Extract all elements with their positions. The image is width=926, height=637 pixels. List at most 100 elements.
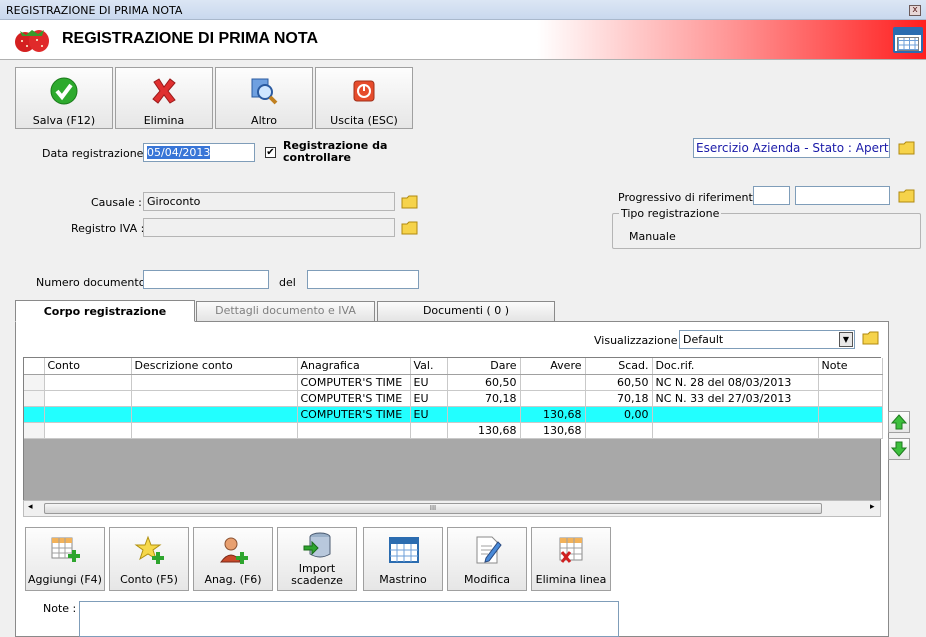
cell-anagrafica[interactable]: [297, 422, 411, 439]
cell-val[interactable]: EU: [410, 374, 448, 391]
anagrafica-button[interactable]: Anag. (F6): [193, 527, 273, 591]
causale-folder-icon[interactable]: [401, 193, 419, 211]
folder-icon[interactable]: [898, 139, 916, 157]
note-textarea[interactable]: [79, 601, 619, 637]
cell-val[interactable]: EU: [410, 390, 448, 407]
col-header-val[interactable]: Val.: [410, 358, 448, 375]
modifica-button[interactable]: Modifica: [447, 527, 527, 591]
del-date-input[interactable]: [307, 270, 419, 289]
grid-table: Conto Descrizione conto Anagrafica Val. …: [24, 358, 883, 439]
tab-documenti[interactable]: Documenti ( 0 ): [377, 301, 555, 321]
cell-avere[interactable]: 130,68: [520, 406, 586, 423]
row-indicator[interactable]: [24, 406, 45, 423]
cell-conto[interactable]: [44, 406, 132, 423]
cell-conto[interactable]: [44, 422, 132, 439]
delete-button[interactable]: Elimina: [115, 67, 213, 129]
grid-horizontal-scrollbar[interactable]: ◂ III ▸: [23, 500, 881, 517]
cell-anagrafica[interactable]: COMPUTER'S TIME: [297, 374, 411, 391]
calendar-icon[interactable]: [893, 27, 923, 53]
cell-avere-total[interactable]: 130,68: [520, 422, 586, 439]
exit-button[interactable]: Uscita (ESC): [315, 67, 413, 129]
cell-scad[interactable]: 60,50: [585, 374, 653, 391]
row-indicator[interactable]: [24, 374, 45, 391]
window-close-button[interactable]: x: [909, 5, 921, 16]
table-row[interactable]: COMPUTER'S TIME EU 60,50 60,50 NC N. 28 …: [24, 374, 883, 391]
esercizio-status: Esercizio Azienda - Stato : Aperto: [693, 138, 890, 158]
causale-input[interactable]: Giroconto: [143, 192, 395, 211]
causale-label: Causale :: [91, 196, 142, 209]
col-header-dare[interactable]: Dare: [447, 358, 521, 375]
col-header-avere[interactable]: Avere: [520, 358, 586, 375]
registrazione-grid[interactable]: Conto Descrizione conto Anagrafica Val. …: [23, 357, 883, 517]
scroll-thumb[interactable]: III: [44, 503, 822, 514]
progressivo-input-b[interactable]: [795, 186, 890, 205]
col-header-anagrafica[interactable]: Anagrafica: [297, 358, 411, 375]
row-indicator[interactable]: [24, 422, 45, 439]
numero-documento-input[interactable]: [143, 270, 269, 289]
cell-note[interactable]: [818, 406, 883, 423]
cell-docrif[interactable]: NC N. 33 del 27/03/2013: [652, 390, 819, 407]
conto-label: Conto (F5): [120, 573, 178, 586]
move-down-button[interactable]: [888, 438, 910, 460]
registro-folder-icon[interactable]: [401, 219, 419, 237]
cell-descrizione[interactable]: [131, 422, 298, 439]
visualizzazione-folder-icon[interactable]: [862, 329, 880, 347]
tab-corpo-registrazione[interactable]: Corpo registrazione: [15, 300, 195, 322]
cell-docrif[interactable]: NC N. 28 del 08/03/2013: [652, 374, 819, 391]
table-row-totals[interactable]: 130,68 130,68: [24, 422, 883, 439]
col-header-descrizione[interactable]: Descrizione conto: [131, 358, 298, 375]
table-row-selected[interactable]: COMPUTER'S TIME EU 130,68 0,00: [24, 406, 883, 423]
other-button[interactable]: Altro: [215, 67, 313, 129]
visualizzazione-select[interactable]: Default ▼: [679, 330, 855, 349]
cell-avere[interactable]: [520, 390, 586, 407]
cell-conto[interactable]: [44, 390, 132, 407]
edit-document-icon: [476, 536, 502, 564]
chevron-down-icon[interactable]: ▼: [839, 332, 853, 347]
cell-avere[interactable]: [520, 374, 586, 391]
row-indicator[interactable]: [24, 390, 45, 407]
cell-note[interactable]: [818, 374, 883, 391]
add-line-button[interactable]: Aggiungi (F4): [25, 527, 105, 591]
cell-scad[interactable]: [585, 422, 653, 439]
cell-anagrafica[interactable]: COMPUTER'S TIME: [297, 390, 411, 407]
scroll-right-arrow-icon[interactable]: ▸: [870, 502, 875, 512]
anagrafica-label: Anag. (F6): [204, 573, 262, 586]
col-header-docrif[interactable]: Doc.rif.: [652, 358, 819, 375]
data-registrazione-input[interactable]: 05/04/2013: [143, 143, 255, 162]
cell-anagrafica[interactable]: COMPUTER'S TIME: [297, 406, 411, 423]
cell-descrizione[interactable]: [131, 374, 298, 391]
col-header-scad[interactable]: Scad.: [585, 358, 653, 375]
cell-dare[interactable]: 70,18: [447, 390, 521, 407]
registro-iva-input[interactable]: [143, 218, 395, 237]
cell-docrif[interactable]: [652, 406, 819, 423]
move-up-button[interactable]: [888, 411, 910, 433]
cell-note[interactable]: [818, 390, 883, 407]
progressivo-folder-icon[interactable]: [898, 187, 916, 205]
strawberry-logo-icon: [15, 30, 49, 52]
col-header-note[interactable]: Note: [818, 358, 883, 375]
conto-button[interactable]: Conto (F5): [109, 527, 189, 591]
cell-conto[interactable]: [44, 374, 132, 391]
cell-descrizione[interactable]: [131, 406, 298, 423]
cell-docrif[interactable]: [652, 422, 819, 439]
progressivo-input-a[interactable]: [753, 186, 790, 205]
cell-val[interactable]: EU: [410, 406, 448, 423]
import-scadenze-button[interactable]: Import scadenze: [277, 527, 357, 591]
col-header-conto[interactable]: Conto: [44, 358, 132, 375]
tab-dettagli-documento[interactable]: Dettagli documento e IVA: [196, 301, 375, 321]
save-button[interactable]: Salva (F12): [15, 67, 113, 129]
table-row[interactable]: COMPUTER'S TIME EU 70,18 70,18 NC N. 33 …: [24, 390, 883, 407]
controllare-checkbox[interactable]: ✔: [265, 147, 276, 158]
cell-dare-total[interactable]: 130,68: [447, 422, 521, 439]
cell-note[interactable]: [818, 422, 883, 439]
mastrino-button[interactable]: Mastrino: [363, 527, 443, 591]
scroll-left-arrow-icon[interactable]: ◂: [28, 502, 33, 512]
elimina-linea-button[interactable]: Elimina linea: [531, 527, 611, 591]
cell-dare[interactable]: 60,50: [447, 374, 521, 391]
cell-dare[interactable]: [447, 406, 521, 423]
cell-descrizione[interactable]: [131, 390, 298, 407]
cell-scad[interactable]: 0,00: [585, 406, 653, 423]
other-button-label: Altro: [251, 114, 277, 127]
cell-scad[interactable]: 70,18: [585, 390, 653, 407]
cell-val[interactable]: [410, 422, 448, 439]
